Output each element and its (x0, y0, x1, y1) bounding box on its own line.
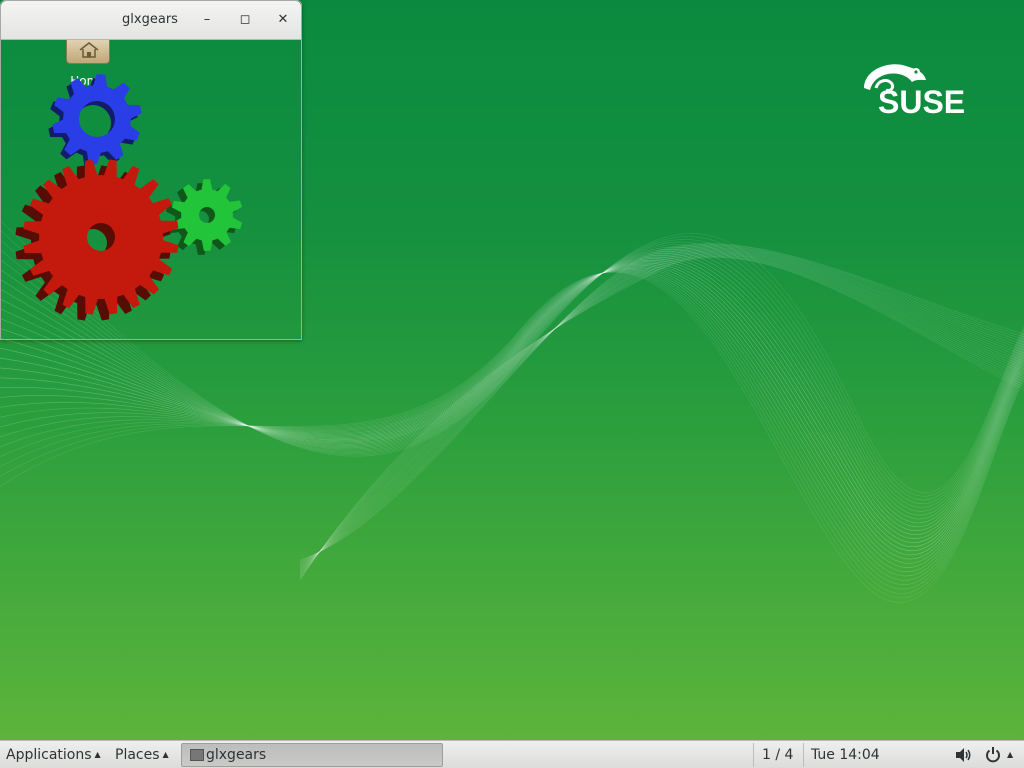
wallpaper-wave-line (299, 244, 1024, 563)
blue-gear-face (52, 74, 142, 164)
maximize-button[interactable]: ◻ (235, 10, 255, 30)
power-icon[interactable] (985, 746, 1001, 763)
blue-gear (48, 74, 142, 168)
applications-menu[interactable]: Applications ▲ (6, 747, 101, 763)
wallpaper-wave-line (299, 249, 1024, 569)
wallpaper-wave-line (299, 255, 1024, 579)
minimize-button[interactable]: – (197, 10, 217, 30)
volume-icon[interactable] (955, 747, 973, 763)
glxgears-canvas[interactable] (1, 40, 301, 340)
applications-arrow-icon: ▲ (94, 750, 101, 759)
clock[interactable]: Tue 14:04 (811, 747, 880, 763)
taskbar-window-glxgears[interactable]: glxgears (181, 743, 443, 767)
taskbar-separator (803, 743, 804, 767)
wallpaper-wave-line (299, 254, 1024, 577)
wallpaper-wave-line (299, 249, 1024, 570)
wallpaper-wave-line (299, 253, 1024, 576)
system-menu-arrow-icon[interactable]: ▲ (1007, 750, 1013, 759)
wallpaper-wave-line (299, 243, 1024, 562)
green-gear (165, 179, 243, 255)
places-arrow-icon: ▲ (162, 750, 169, 759)
taskbar-window-label: glxgears (206, 747, 267, 763)
wallpaper-wave-line (299, 247, 1024, 566)
red-gear (15, 159, 179, 321)
glxgears-window[interactable]: glxgears – ◻ ✕ (0, 0, 302, 340)
window-icon (190, 749, 204, 761)
wallpaper-wave-line (299, 243, 1024, 561)
applications-label: Applications (6, 747, 92, 763)
wallpaper-wave-line (299, 257, 1024, 581)
places-menu[interactable]: Places ▲ (115, 747, 169, 763)
wallpaper-wave-line (299, 246, 1024, 566)
taskbar-separator (753, 743, 754, 767)
wallpaper-wave-line (299, 245, 1024, 564)
wallpaper-wave-line (299, 245, 1024, 565)
places-label: Places (115, 747, 160, 763)
wallpaper-wave-line (299, 251, 1024, 572)
desktop: Home SUSE glxgears – ◻ ✕ (0, 0, 1024, 740)
red-gear-face (23, 159, 179, 315)
close-button[interactable]: ✕ (273, 10, 293, 30)
window-titlebar[interactable]: glxgears – ◻ ✕ (1, 1, 301, 40)
suse-logo: SUSE (864, 64, 965, 120)
taskbar: Applications ▲ Places ▲ glxgears 1 / 4 Tue… (0, 740, 1024, 768)
wallpaper-wave-line (299, 252, 1024, 574)
suse-logo-text: SUSE (878, 84, 965, 120)
workspace-indicator[interactable]: 1 / 4 (762, 747, 793, 763)
